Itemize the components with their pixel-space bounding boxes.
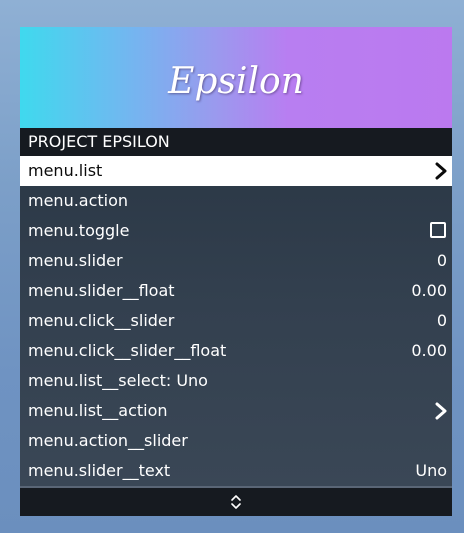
menu-item-slider-float[interactable]: menu.slider__float 0.00 — [20, 276, 452, 306]
toggle-checkbox[interactable] — [430, 222, 446, 238]
menu-item-action[interactable]: menu.action — [20, 186, 452, 216]
menu-item-label: menu.slider__float — [28, 281, 175, 300]
menu-item-label: menu.action__slider — [28, 431, 188, 450]
menu-item-label: menu.list__select: Uno — [28, 371, 208, 390]
menu-item-value: 0.00 — [411, 341, 447, 360]
menu-item-action-slider[interactable]: menu.action__slider — [20, 426, 452, 456]
menu-item-list-select[interactable]: menu.list__select: Uno — [20, 366, 452, 396]
menu-item-value: 0 — [436, 251, 447, 270]
menu-item-list[interactable]: menu.list — [20, 156, 452, 186]
menu-subtitle: PROJECT EPSILON — [28, 132, 170, 151]
menu-item-label: menu.action — [28, 191, 129, 210]
chevron-right-icon — [435, 402, 447, 420]
menu-item-label: menu.toggle — [28, 221, 130, 240]
menu-item-value: 0 — [436, 311, 447, 330]
menu-item-label: menu.slider — [28, 251, 123, 270]
banner-title: Epsilon — [168, 61, 304, 102]
menu-item-value: 0.00 — [411, 281, 447, 300]
subtitle-bar: PROJECT EPSILON — [20, 128, 452, 156]
chevron-right-icon — [435, 162, 447, 180]
menu-item-click-slider-float[interactable]: menu.click__slider__float 0.00 — [20, 336, 452, 366]
menu-item-toggle[interactable]: menu.toggle — [20, 216, 452, 246]
menu-item-list-action[interactable]: menu.list__action — [20, 396, 452, 426]
menu-items: menu.list menu.action menu.toggle menu.s… — [20, 156, 452, 486]
menu-footer — [20, 486, 452, 516]
menu-item-value: Uno — [415, 461, 447, 480]
menu-item-label: menu.click__slider__float — [28, 341, 227, 360]
menu-item-label: menu.list__action — [28, 401, 168, 420]
menu-item-slider-text[interactable]: menu.slider__text Uno — [20, 456, 452, 486]
up-down-arrows-icon[interactable] — [230, 494, 242, 510]
menu-item-slider[interactable]: menu.slider 0 — [20, 246, 452, 276]
menu-banner: Epsilon — [20, 27, 452, 128]
menu-item-click-slider[interactable]: menu.click__slider 0 — [20, 306, 452, 336]
menu-item-label: menu.slider__text — [28, 461, 171, 480]
menu-item-label: menu.list — [28, 161, 103, 180]
menu-panel: Epsilon PROJECT EPSILON menu.list menu.a… — [20, 27, 452, 516]
menu-item-label: menu.click__slider — [28, 311, 175, 330]
